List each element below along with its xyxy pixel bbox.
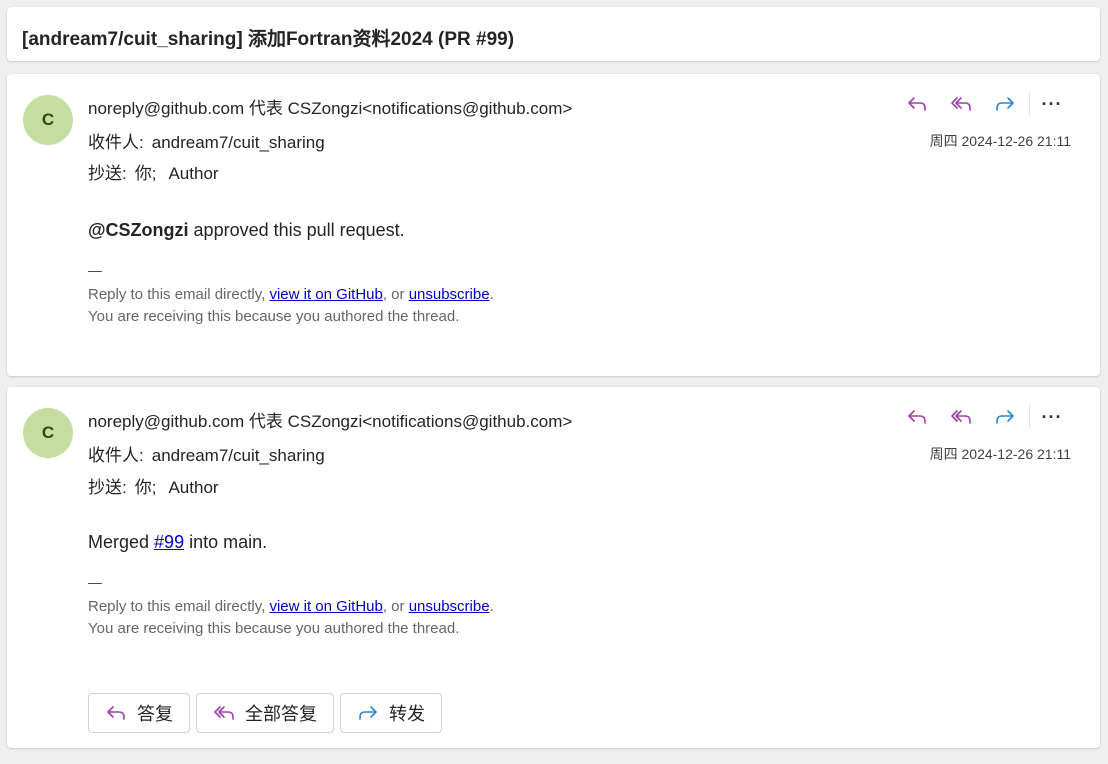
message-card[interactable]: C noreply@github.com 代表 CSZongzi<notific… (7, 387, 1100, 748)
email-subject: [andream7/cuit_sharing] 添加Fortran资料2024 … (22, 29, 515, 50)
cc-recipient-you[interactable]: 你; (135, 164, 157, 183)
forward-button[interactable] (983, 90, 1027, 118)
subject-bar: [andream7/cuit_sharing] 添加Fortran资料2024 … (7, 7, 1100, 61)
reply-button[interactable] (895, 403, 939, 431)
message-body: @CSZongzi approved this pull request. (88, 220, 405, 241)
reply-all-button[interactable] (939, 90, 983, 118)
cc-label: 抄送: (88, 164, 127, 183)
more-icon: ··· (1041, 406, 1063, 427)
recipients-cc: 抄送: 你; Author (88, 473, 219, 498)
message-actions: ··· (895, 90, 1070, 118)
reply-all-icon (951, 97, 971, 111)
cc-recipient-you[interactable]: 你; (135, 478, 157, 497)
reply-all-button[interactable] (939, 403, 983, 431)
reply-icon (107, 706, 125, 720)
footer-line-2: You are receiving this because you autho… (88, 620, 460, 637)
forward-label: 转发 (389, 704, 425, 724)
body-text-pre: Merged (88, 532, 155, 552)
avatar[interactable]: C (23, 95, 73, 145)
footer-line-1: Reply to this email directly, view it on… (88, 598, 494, 615)
reply-all-footer-button[interactable]: 全部答复 (196, 693, 334, 733)
message-date: 周四 2024-12-26 21:11 (929, 133, 1071, 149)
actions-divider (1029, 92, 1030, 116)
reply-button[interactable] (895, 90, 939, 118)
to-recipient[interactable]: andream7/cuit_sharing (152, 133, 325, 152)
view-on-github-link[interactable]: view it on GitHub (269, 598, 382, 615)
cc-label: 抄送: (88, 478, 127, 497)
more-icon: ··· (1041, 93, 1063, 114)
recipients-cc: 抄送: 你; Author (88, 159, 219, 184)
reply-footer-button[interactable]: 答复 (88, 693, 190, 733)
footer-prefix: Reply to this email directly, (88, 286, 270, 303)
body-text: approved this pull request. (188, 220, 405, 240)
sender[interactable]: noreply@github.com 代表 CSZongzi<notificat… (88, 94, 572, 119)
reply-button-row: 答复 全部答复 转发 (88, 693, 442, 733)
reply-all-icon (951, 410, 971, 424)
forward-footer-button[interactable]: 转发 (340, 693, 442, 733)
cc-recipient-author[interactable]: Author (168, 164, 218, 183)
message-body: Merged #99 into main. (88, 532, 267, 553)
cc-recipient-author[interactable]: Author (168, 478, 218, 497)
sender[interactable]: noreply@github.com 代表 CSZongzi<notificat… (88, 407, 572, 432)
message-date: 周四 2024-12-26 21:11 (929, 446, 1071, 462)
signature-separator: — (88, 262, 102, 278)
actions-divider (1029, 405, 1030, 429)
footer-line-1: Reply to this email directly, view it on… (88, 286, 494, 303)
message-actions: ··· (895, 403, 1070, 431)
recipients-to: 收件人: andream7/cuit_sharing (88, 441, 325, 466)
reply-label: 答复 (137, 704, 173, 724)
forward-button[interactable] (983, 403, 1027, 431)
signature-separator: — (88, 574, 102, 590)
more-actions-button[interactable]: ··· (1034, 90, 1070, 118)
footer-prefix: Reply to this email directly, (88, 598, 270, 615)
recipients-to: 收件人: andream7/cuit_sharing (88, 128, 325, 153)
forward-icon (996, 410, 1014, 424)
reply-icon (908, 97, 926, 111)
to-label: 收件人: (88, 133, 144, 152)
footer-line-2: You are receiving this because you autho… (88, 308, 460, 325)
reply-all-label: 全部答复 (245, 704, 317, 724)
unsubscribe-link[interactable]: unsubscribe (409, 598, 490, 615)
view-on-github-link[interactable]: view it on GitHub (269, 286, 382, 303)
footer-mid: , or (382, 598, 409, 615)
footer-end: . (489, 598, 494, 615)
pr-link[interactable]: #99 (154, 532, 184, 552)
reply-all-icon (214, 706, 234, 720)
avatar[interactable]: C (23, 408, 73, 458)
unsubscribe-link[interactable]: unsubscribe (409, 286, 490, 303)
message-card[interactable]: C noreply@github.com 代表 CSZongzi<notific… (7, 74, 1100, 376)
reply-icon (908, 410, 926, 424)
forward-icon (359, 706, 377, 720)
to-label: 收件人: (88, 446, 144, 465)
body-text-post: into main. (184, 532, 268, 552)
to-recipient[interactable]: andream7/cuit_sharing (152, 446, 325, 465)
forward-icon (996, 97, 1014, 111)
more-actions-button[interactable]: ··· (1034, 403, 1070, 431)
footer-mid: , or (382, 286, 409, 303)
mention: @CSZongzi (88, 220, 189, 240)
footer-end: . (489, 286, 494, 303)
